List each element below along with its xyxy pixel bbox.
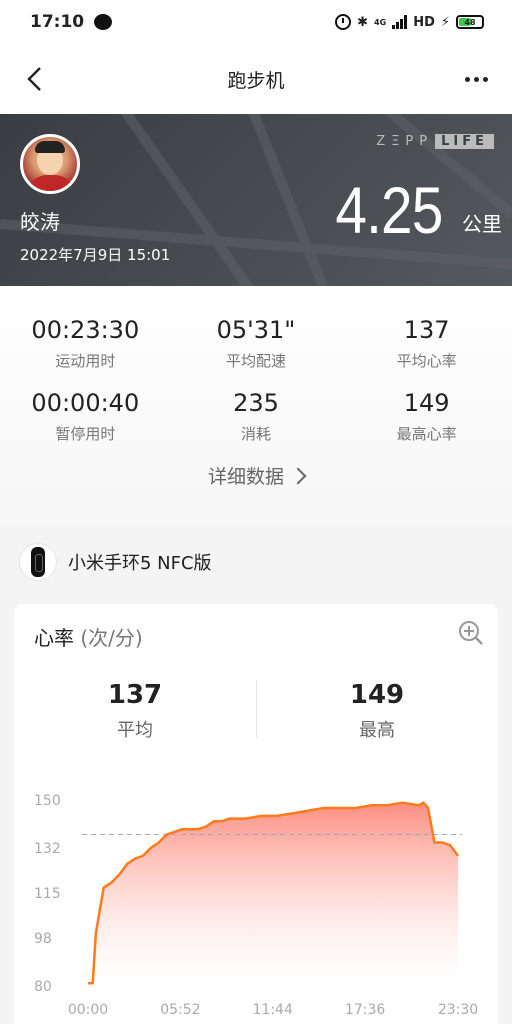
stat-pause: 00:00:40 暂停用时: [0, 389, 171, 444]
x-tick-label: 17:36: [345, 1002, 385, 1018]
bluetooth-icon: ✱: [357, 14, 369, 30]
brand-zepp: ZΞPP: [376, 134, 434, 149]
charging-icon: ⚡: [440, 14, 450, 30]
stat-value: 137: [403, 316, 450, 344]
stat-value: 00:00:40: [31, 389, 140, 417]
device-row[interactable]: 小米手环5 NFC版: [0, 532, 512, 592]
stat-value: 149: [403, 389, 450, 417]
page-title: 跑步机: [227, 69, 285, 92]
detail-data-label: 详细数据: [207, 466, 284, 488]
stat-duration: 00:23:30 运动用时: [0, 316, 171, 371]
x-tick-label: 23:30: [438, 1002, 478, 1018]
distance-unit: 公里: [462, 212, 502, 236]
workout-hero: 皎涛 2022年7月9日 15:01 ZΞPP LIFE 4.25 公里: [0, 114, 512, 286]
battery-level: 48: [464, 17, 476, 27]
chevron-right-icon: [289, 467, 307, 484]
stat-calories: 235 消耗: [171, 389, 342, 444]
stat-label: 最高心率: [396, 425, 457, 443]
message-icon: [94, 14, 113, 30]
more-icon[interactable]: [462, 76, 492, 82]
heart-rate-chart: 150 132 115 98 80 00:00 05:52 11:44 17:36 23:30: [34, 793, 478, 1018]
status-bar: 17:10 ✱ 4G HD ⚡ 48: [0, 0, 512, 44]
y-tick-label: 115: [34, 886, 61, 902]
y-tick-label: 150: [34, 793, 61, 809]
alarm-icon: [335, 14, 352, 30]
workout-datetime: 2022年7月9日 15:01: [20, 246, 171, 264]
status-right: ✱ 4G HD ⚡ 48: [335, 14, 484, 30]
brand-logo: ZΞPP LIFE: [376, 134, 494, 149]
hd-badge: HD: [413, 14, 435, 30]
band-icon: [20, 544, 56, 580]
user-name: 皎涛: [20, 210, 60, 234]
y-tick-label: 132: [34, 841, 61, 857]
x-tick-label: 11:44: [253, 1002, 293, 1018]
nav-bar: 跑步机: [0, 44, 512, 114]
stat-avg-hr: 137 平均心率: [341, 316, 512, 371]
stat-value: 235: [233, 389, 279, 417]
stat-pace: 05'31" 平均配速: [171, 316, 342, 371]
status-time: 17:10: [30, 12, 85, 32]
status-left: 17:10: [30, 12, 113, 32]
stat-label: 运动用时: [55, 352, 116, 370]
workout-stats: 00:23:30 运动用时 05'31" 平均配速 137 平均心率 00:00…: [0, 286, 512, 526]
back-icon[interactable]: [20, 64, 50, 94]
stat-label: 平均心率: [396, 352, 457, 370]
stat-label: 平均配速: [225, 352, 286, 370]
avatar[interactable]: [20, 134, 80, 194]
network-type: 4G: [374, 17, 387, 27]
device-name: 小米手环5 NFC版: [68, 553, 212, 574]
stat-label: 消耗: [240, 425, 271, 443]
stat-label: 暂停用时: [55, 425, 116, 443]
x-tick-label: 00:00: [68, 1002, 108, 1018]
stat-value: 00:23:30: [31, 316, 140, 344]
stat-max-hr: 149 最高心率: [341, 389, 512, 444]
brand-life: LIFE: [435, 134, 494, 149]
stat-value: 05'31": [216, 316, 296, 344]
distance-value: 4.25: [334, 173, 443, 247]
signal-icon: [392, 15, 408, 29]
x-tick-label: 05:52: [160, 1002, 200, 1018]
heart-rate-card: 心率 (次/分) 137 平均 149 最高 150 132 115 98 80 00:0…: [14, 604, 498, 1024]
detail-data-link[interactable]: 详细数据: [0, 462, 512, 489]
hr-area: [88, 802, 458, 986]
y-tick-label: 98: [34, 931, 52, 947]
battery-icon: 48: [456, 15, 484, 29]
y-tick-label: 80: [34, 979, 52, 995]
